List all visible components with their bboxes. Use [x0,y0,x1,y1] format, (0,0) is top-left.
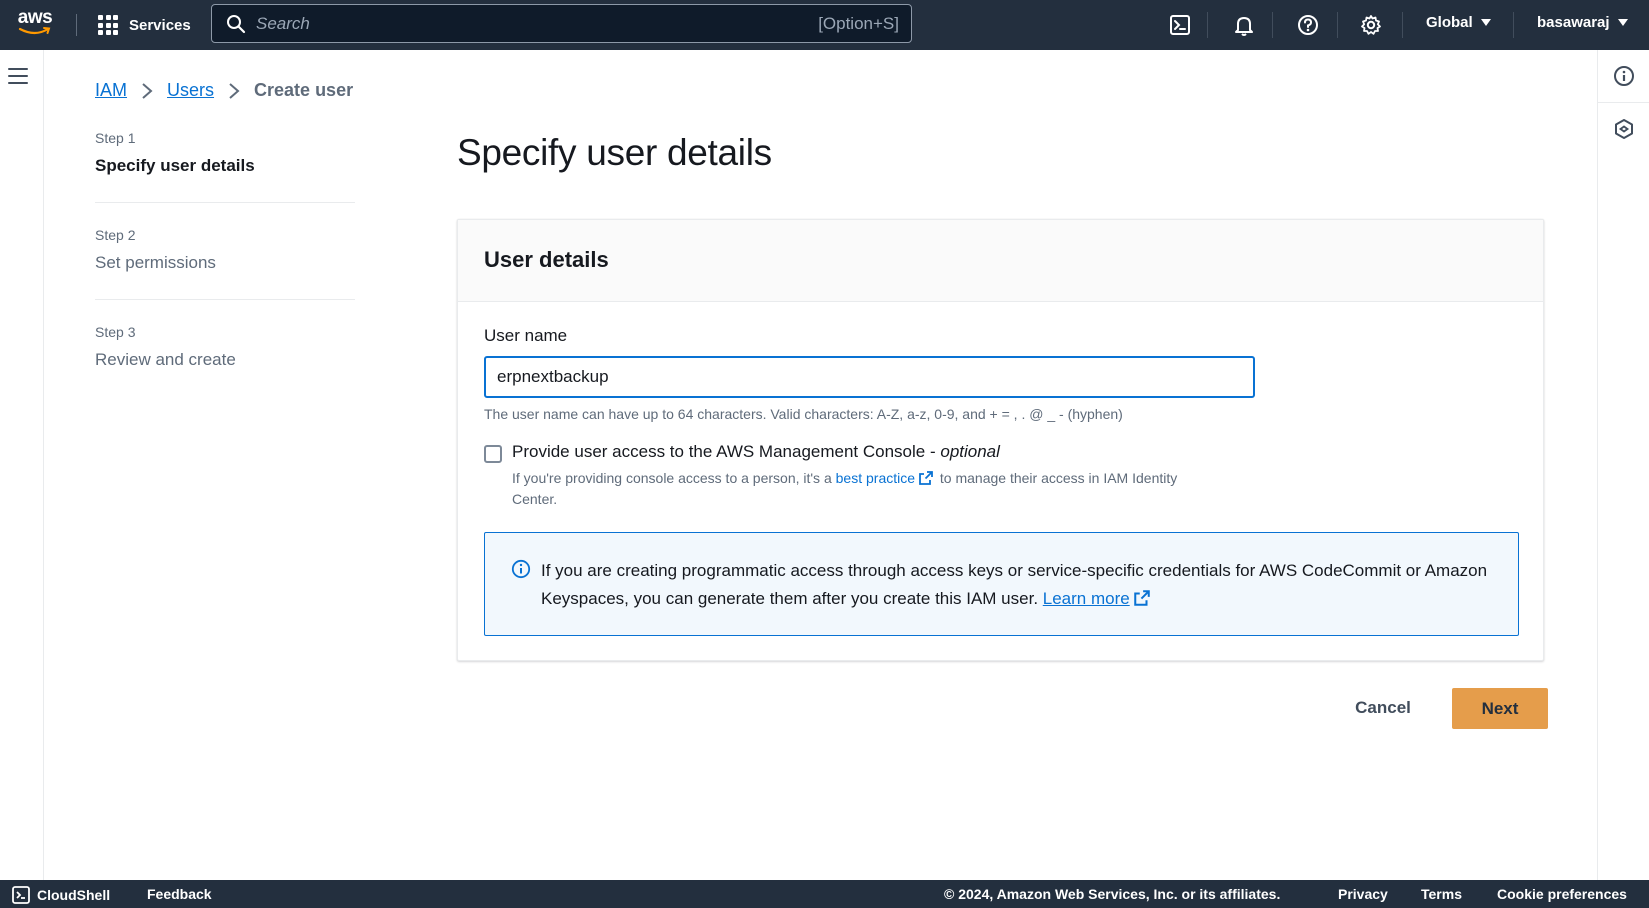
account-menu[interactable]: basawaraj [1537,14,1628,31]
cloudshell-button[interactable]: CloudShell [12,886,110,904]
info-alert-text: If you are creating programmatic access … [541,561,1488,608]
username-input[interactable] [484,356,1255,398]
terms-link[interactable]: Terms [1421,886,1462,902]
cookie-label: Cookie preferences [1497,886,1627,902]
step-number: Step 2 [95,227,136,243]
step-title: Review and create [95,350,236,369]
left-rail [0,50,44,880]
console-access-label[interactable]: Provide user access to the AWS Managemen… [512,442,1212,462]
menu-icon[interactable] [8,68,28,84]
top-navigation: aws Services [Option+S] [0,0,1649,50]
search-icon [227,14,246,33]
breadcrumb: IAM Users Create user [95,80,353,101]
nav-divider [1513,12,1514,38]
info-alert-message: If you are creating programmatic access … [541,557,1498,635]
right-rail [1597,50,1649,880]
console-access-label-text: Provide user access to the AWS Managemen… [512,442,941,461]
console-access-checkbox[interactable] [484,445,502,463]
bell-icon[interactable] [1230,11,1258,39]
external-link-icon [919,471,933,485]
wizard-step-1: Step 1 Specify user details [95,130,355,203]
info-icon [511,559,531,579]
account-username: basawaraj [1537,14,1610,31]
breadcrumb-current: Create user [254,80,354,100]
services-menu-button[interactable]: Services [98,13,191,37]
search-bar[interactable]: [Option+S] [211,4,912,43]
breadcrumb-users-link[interactable]: Users [167,80,214,101]
info-alert: If you are creating programmatic access … [484,532,1519,636]
console-access-description: If you're providing console access to a … [512,468,1212,510]
optional-tag: optional [940,442,1000,461]
aws-logo-text: aws [17,7,53,28]
best-practice-link[interactable]: best practice [836,470,915,486]
step-number: Step 1 [95,130,136,146]
wizard-steps: Step 1 Specify user details Step 2 Set p… [95,130,355,421]
privacy-label: Privacy [1338,886,1388,902]
cancel-button[interactable]: Cancel [1343,688,1423,728]
username-label: User name [484,326,568,345]
next-button[interactable]: Next [1452,688,1548,729]
feedback-label: Feedback [147,886,212,902]
nav-divider [1207,12,1208,38]
container-body: User name The user name can have up to 6… [458,302,1543,660]
step-title: Set permissions [95,253,216,272]
wizard-step-2: Step 2 Set permissions [95,227,355,300]
cloudshell-label: CloudShell [37,887,111,903]
learn-more-link[interactable]: Learn more [1043,589,1130,608]
aws-logo[interactable]: aws [14,8,56,42]
user-details-container: User details User name The user name can… [457,219,1544,661]
username-constraint: The user name can have up to 64 characte… [484,406,1123,422]
privacy-link[interactable]: Privacy [1338,886,1388,902]
step-number: Step 3 [95,324,136,340]
terms-label: Terms [1421,886,1462,902]
container-title: User details [484,247,609,272]
console-access-text: Provide user access to the AWS Managemen… [512,442,1212,510]
footer: CloudShell Feedback © 2024, Amazon Web S… [0,880,1649,908]
external-link-icon [1133,590,1150,606]
caret-down-icon [1480,19,1491,26]
feedback-link[interactable]: Feedback [147,886,212,902]
copyright-text: © 2024, Amazon Web Services, Inc. or its… [944,886,1281,902]
gear-icon[interactable] [1357,11,1385,39]
region-selector[interactable]: Global [1426,14,1491,31]
hexagon-icon[interactable] [1613,118,1635,140]
help-icon[interactable] [1294,11,1322,39]
nav-divider [1402,12,1403,38]
cloudshell-icon[interactable] [1166,11,1194,39]
console-access-desc-pre: If you're providing console access to a … [512,470,836,486]
nav-divider [76,14,77,36]
page-title: Specify user details [457,132,772,173]
wizard-step-3: Step 3 Review and create [95,324,355,397]
nav-divider [1337,12,1338,38]
caret-down-icon [1617,19,1628,26]
console-access-row: Provide user access to the AWS Managemen… [484,442,1517,510]
aws-smile-icon [18,27,51,35]
chevron-right-icon [141,82,153,100]
info-panel-icon[interactable] [1613,65,1635,87]
rail-divider [1598,102,1649,103]
cookie-preferences-link[interactable]: Cookie preferences [1497,886,1627,902]
step-title: Specify user details [95,156,255,175]
services-label: Services [129,16,191,34]
container-header: User details [458,220,1543,302]
cloudshell-icon [12,886,30,904]
region-label: Global [1426,14,1473,31]
breadcrumb-iam-link[interactable]: IAM [95,80,127,101]
search-input[interactable] [256,13,819,34]
grid-icon [98,15,118,35]
nav-divider [1272,12,1273,38]
chevron-right-icon [228,82,240,100]
search-shortcut-hint: [Option+S] [818,13,899,33]
